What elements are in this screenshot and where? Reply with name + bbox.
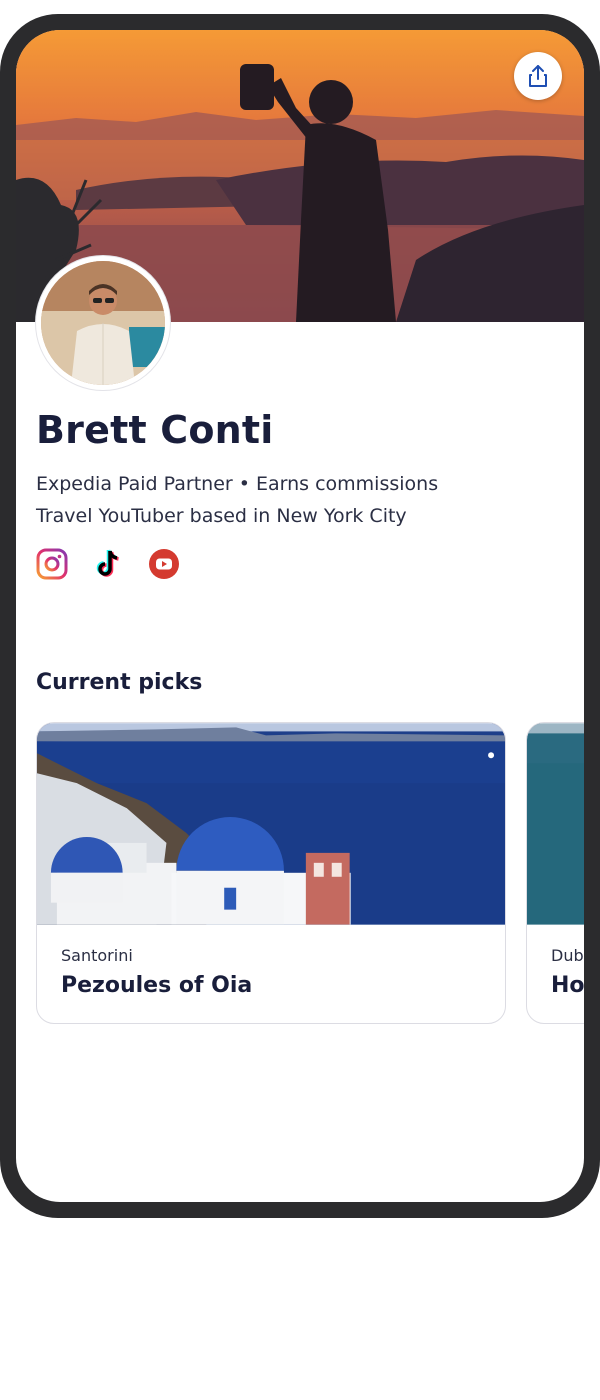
social-links <box>36 548 180 580</box>
pick-title: Pezoules of Oia <box>61 973 253 998</box>
pick-card[interactable]: Dub Ho <box>526 722 584 1024</box>
pick-card[interactable]: Santorini Pezoules of Oia <box>36 722 506 1024</box>
pick-location: Dub <box>551 946 584 965</box>
partner-line: Expedia Paid Partner • Earns commissions <box>36 473 439 495</box>
pick-title: Ho <box>551 973 584 998</box>
pick-card-image <box>37 723 505 925</box>
tiktok-icon <box>96 549 119 577</box>
avatar-photo <box>41 261 165 385</box>
bio: Travel YouTuber based in New York City <box>36 505 407 527</box>
tiktok-link[interactable] <box>92 548 124 580</box>
youtube-link[interactable] <box>148 548 180 580</box>
avatar <box>36 256 170 390</box>
profile-name: Brett Conti <box>36 408 274 452</box>
section-title-current-picks: Current picks <box>36 670 203 695</box>
screen: Brett Conti Expedia Paid Partner • Earns… <box>16 30 584 1202</box>
instagram-icon <box>36 548 68 580</box>
pick-location: Santorini <box>61 946 133 965</box>
pick-card-image <box>527 723 584 925</box>
instagram-link[interactable] <box>36 548 68 580</box>
share-button[interactable] <box>514 52 562 100</box>
youtube-icon <box>149 549 179 579</box>
share-icon <box>529 65 547 87</box>
phone-frame: Brett Conti Expedia Paid Partner • Earns… <box>0 14 600 1218</box>
